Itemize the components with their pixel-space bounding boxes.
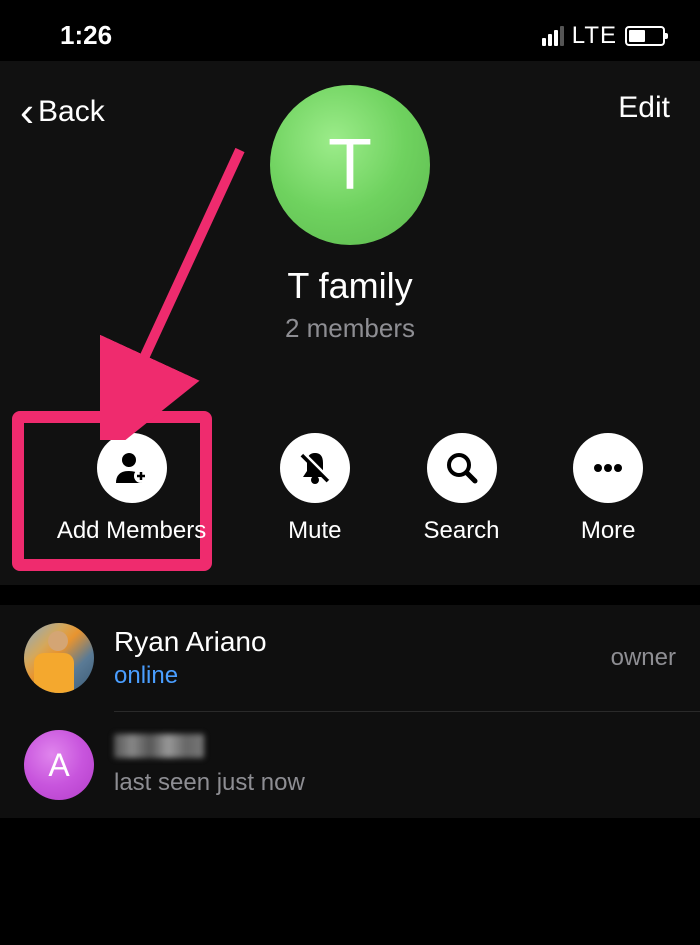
bell-slash-icon: [280, 433, 350, 503]
member-list: Ryan Ariano online owner A last seen jus…: [0, 605, 700, 818]
profile-header: T T family 2 members: [270, 85, 430, 344]
action-label: Mute: [288, 517, 341, 545]
network-type: LTE: [572, 22, 617, 50]
member-avatar-photo: [24, 623, 94, 693]
member-row[interactable]: Ryan Ariano online owner: [0, 605, 700, 711]
chevron-left-icon: ‹: [20, 91, 34, 133]
edit-button[interactable]: Edit: [618, 91, 670, 125]
mute-button[interactable]: Mute: [280, 433, 350, 545]
member-status: last seen just now: [114, 769, 676, 797]
status-bar: 1:26 LTE: [0, 0, 700, 61]
back-button[interactable]: ‹ Back: [20, 91, 105, 133]
action-label: Search: [423, 517, 499, 545]
action-label: More: [581, 517, 636, 545]
group-name: T family: [287, 265, 412, 307]
add-members-button[interactable]: Add Members: [57, 433, 206, 545]
battery-icon: [625, 26, 665, 46]
actions-row: Add Members Mute Search: [0, 403, 700, 585]
members-count: 2 members: [285, 313, 415, 344]
group-avatar[interactable]: T: [270, 85, 430, 245]
more-button[interactable]: More: [573, 433, 643, 545]
member-role: owner: [611, 644, 676, 672]
member-row[interactable]: A last seen just now: [0, 712, 700, 818]
signal-icon: [542, 26, 564, 46]
search-button[interactable]: Search: [423, 433, 499, 545]
member-status: online: [114, 662, 591, 690]
member-info: Ryan Ariano online: [114, 626, 591, 690]
member-name: Ryan Ariano: [114, 626, 591, 658]
status-right: LTE: [542, 22, 665, 50]
back-label: Back: [38, 95, 105, 129]
member-avatar-letter: A: [24, 730, 94, 800]
dots-icon: [573, 433, 643, 503]
member-info: last seen just now: [114, 733, 676, 797]
status-time: 1:26: [60, 20, 112, 51]
member-name-hidden: [114, 733, 676, 765]
add-person-icon: [97, 433, 167, 503]
magnify-icon: [427, 433, 497, 503]
action-label: Add Members: [57, 517, 206, 545]
